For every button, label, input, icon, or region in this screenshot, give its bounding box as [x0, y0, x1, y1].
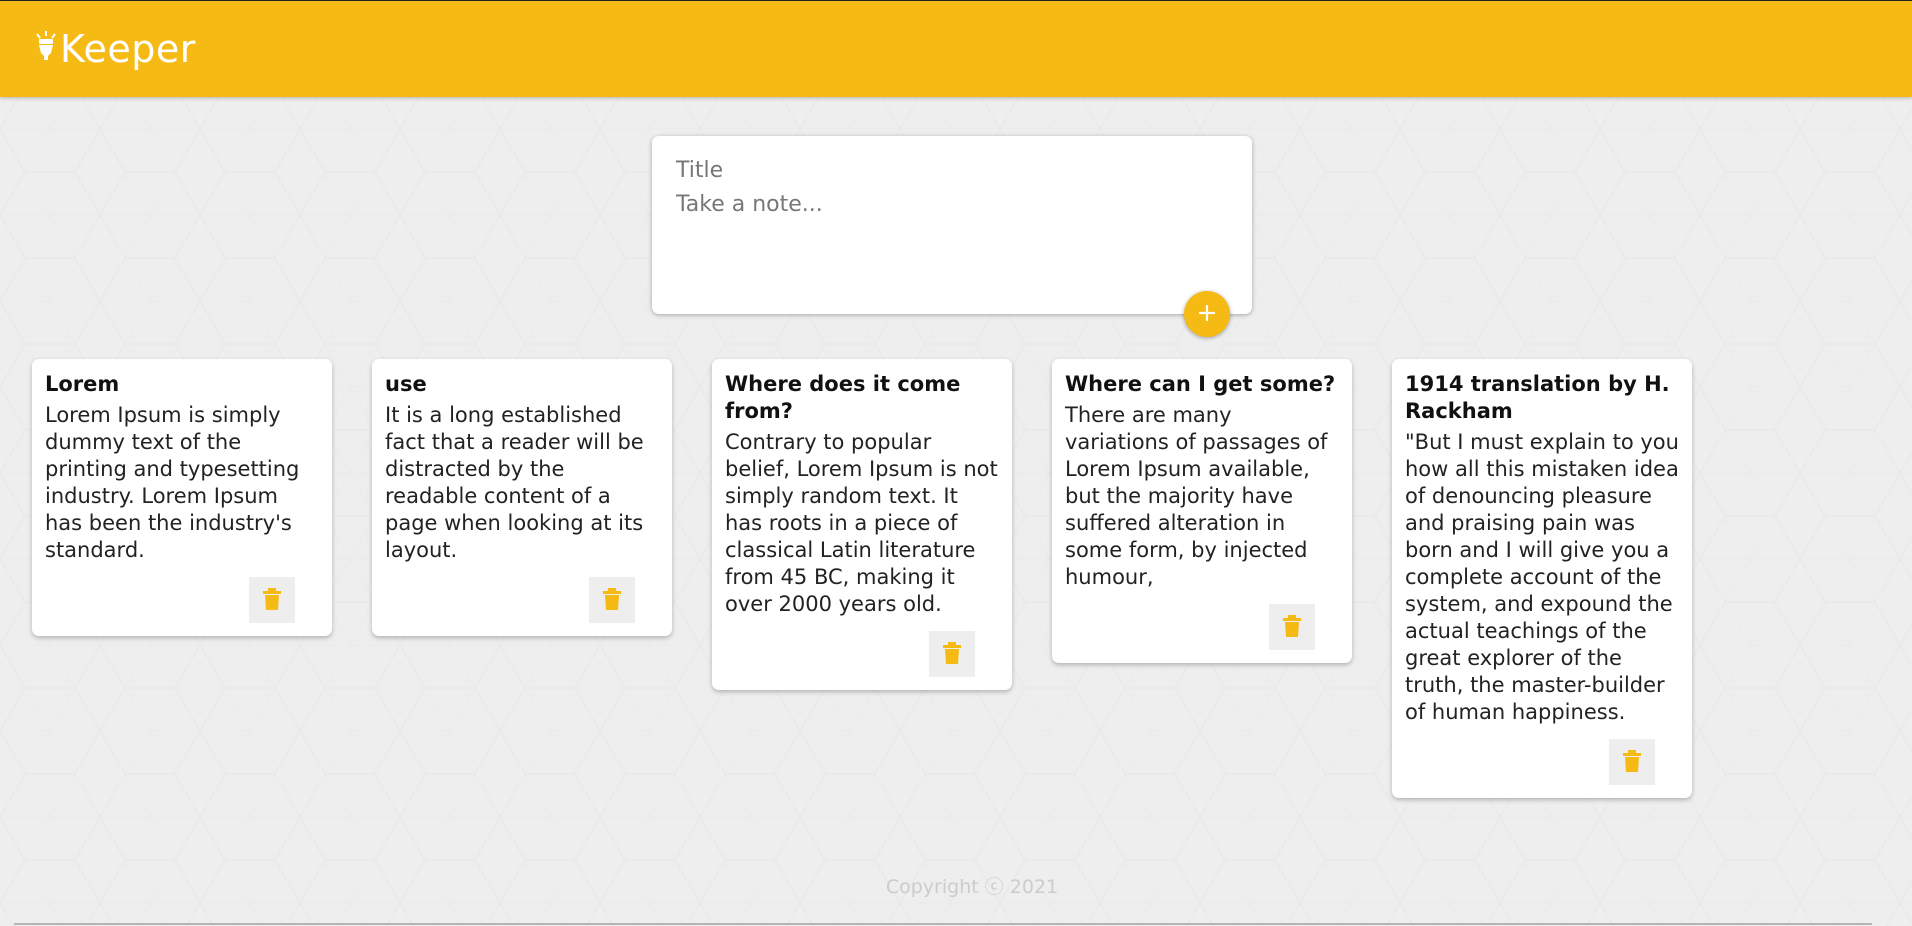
note-title: use	[385, 372, 427, 396]
note-title: Lorem	[45, 372, 120, 396]
delete-note-button[interactable]	[249, 577, 295, 623]
plus-icon	[1197, 303, 1217, 326]
note-content: There are many variations of passages of…	[1065, 403, 1328, 589]
note-card: 1914 translation by H. Rackham "But I mu…	[1392, 359, 1692, 798]
note-title: 1914 translation by H. Rackham	[1405, 372, 1670, 423]
trash-icon	[603, 587, 621, 613]
note-content: It is a long established fact that a rea…	[385, 403, 644, 562]
bottom-divider	[14, 923, 1872, 925]
delete-note-button[interactable]	[1609, 739, 1655, 785]
delete-note-button[interactable]	[1269, 604, 1315, 650]
trash-icon	[263, 587, 281, 613]
note-content: "But I must explain to you how all this …	[1405, 430, 1679, 724]
note-title: Where can I get some?	[1065, 372, 1336, 396]
delete-note-button[interactable]	[589, 577, 635, 623]
app-header: Keeper	[0, 0, 1912, 97]
note-title: Where does it come from?	[725, 372, 961, 423]
copyright-text: Copyright ⓒ 2021	[885, 876, 1059, 898]
lightbulb-icon	[34, 29, 58, 69]
app-title: Keeper	[60, 27, 196, 71]
note-card: Where can I get some? There are many var…	[1052, 359, 1352, 663]
add-note-button[interactable]	[1184, 291, 1230, 337]
note-content-input[interactable]	[676, 192, 1228, 272]
trash-icon	[1623, 749, 1641, 775]
delete-note-button[interactable]	[929, 631, 975, 677]
note-content: Contrary to popular belief, Lorem Ipsum …	[725, 430, 998, 616]
create-note-form	[652, 136, 1252, 314]
footer: Copyright ⓒ 2021	[0, 872, 1912, 899]
note-title-input[interactable]	[676, 154, 1228, 186]
brand: Keeper	[34, 27, 196, 71]
trash-icon	[1283, 614, 1301, 640]
trash-icon	[943, 641, 961, 667]
note-content: Lorem Ipsum is simply dummy text of the …	[45, 403, 300, 562]
note-card: Where does it come from? Contrary to pop…	[712, 359, 1012, 690]
note-card: Lorem Lorem Ipsum is simply dummy text o…	[32, 359, 332, 636]
note-card: use It is a long established fact that a…	[372, 359, 672, 636]
